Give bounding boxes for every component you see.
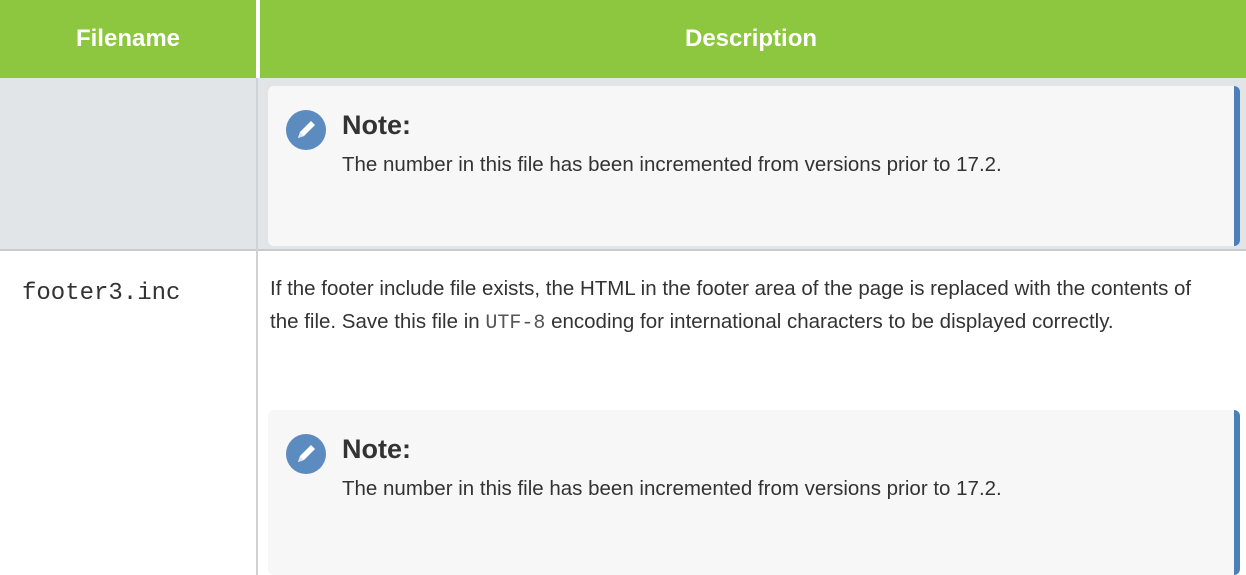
description-text: If the footer include file exists, the H… [270,272,1220,340]
table-header: Filename Description [0,0,1246,78]
note-body: The number in this file has been increme… [342,153,1002,176]
note-body: The number in this file has been increme… [342,477,1002,500]
encoding-code: UTF-8 [485,312,546,335]
note-title: Note: [342,110,411,140]
header-description: Description [684,25,818,52]
pencil-icon [286,110,326,150]
header-filename: Filename [75,25,181,52]
file-description-table: Filename Description Note: The number in… [0,0,1246,575]
row-1-filename-cell [0,78,256,250]
note-title: Note: [342,434,411,464]
pencil-icon [286,434,326,474]
note-box: Note: The number in this file has been i… [268,86,1240,246]
note-box: Note: The number in this file has been i… [268,410,1240,575]
filename-text: footer3.inc [22,280,181,307]
description-part-2: encoding for international characters to… [545,310,1114,333]
